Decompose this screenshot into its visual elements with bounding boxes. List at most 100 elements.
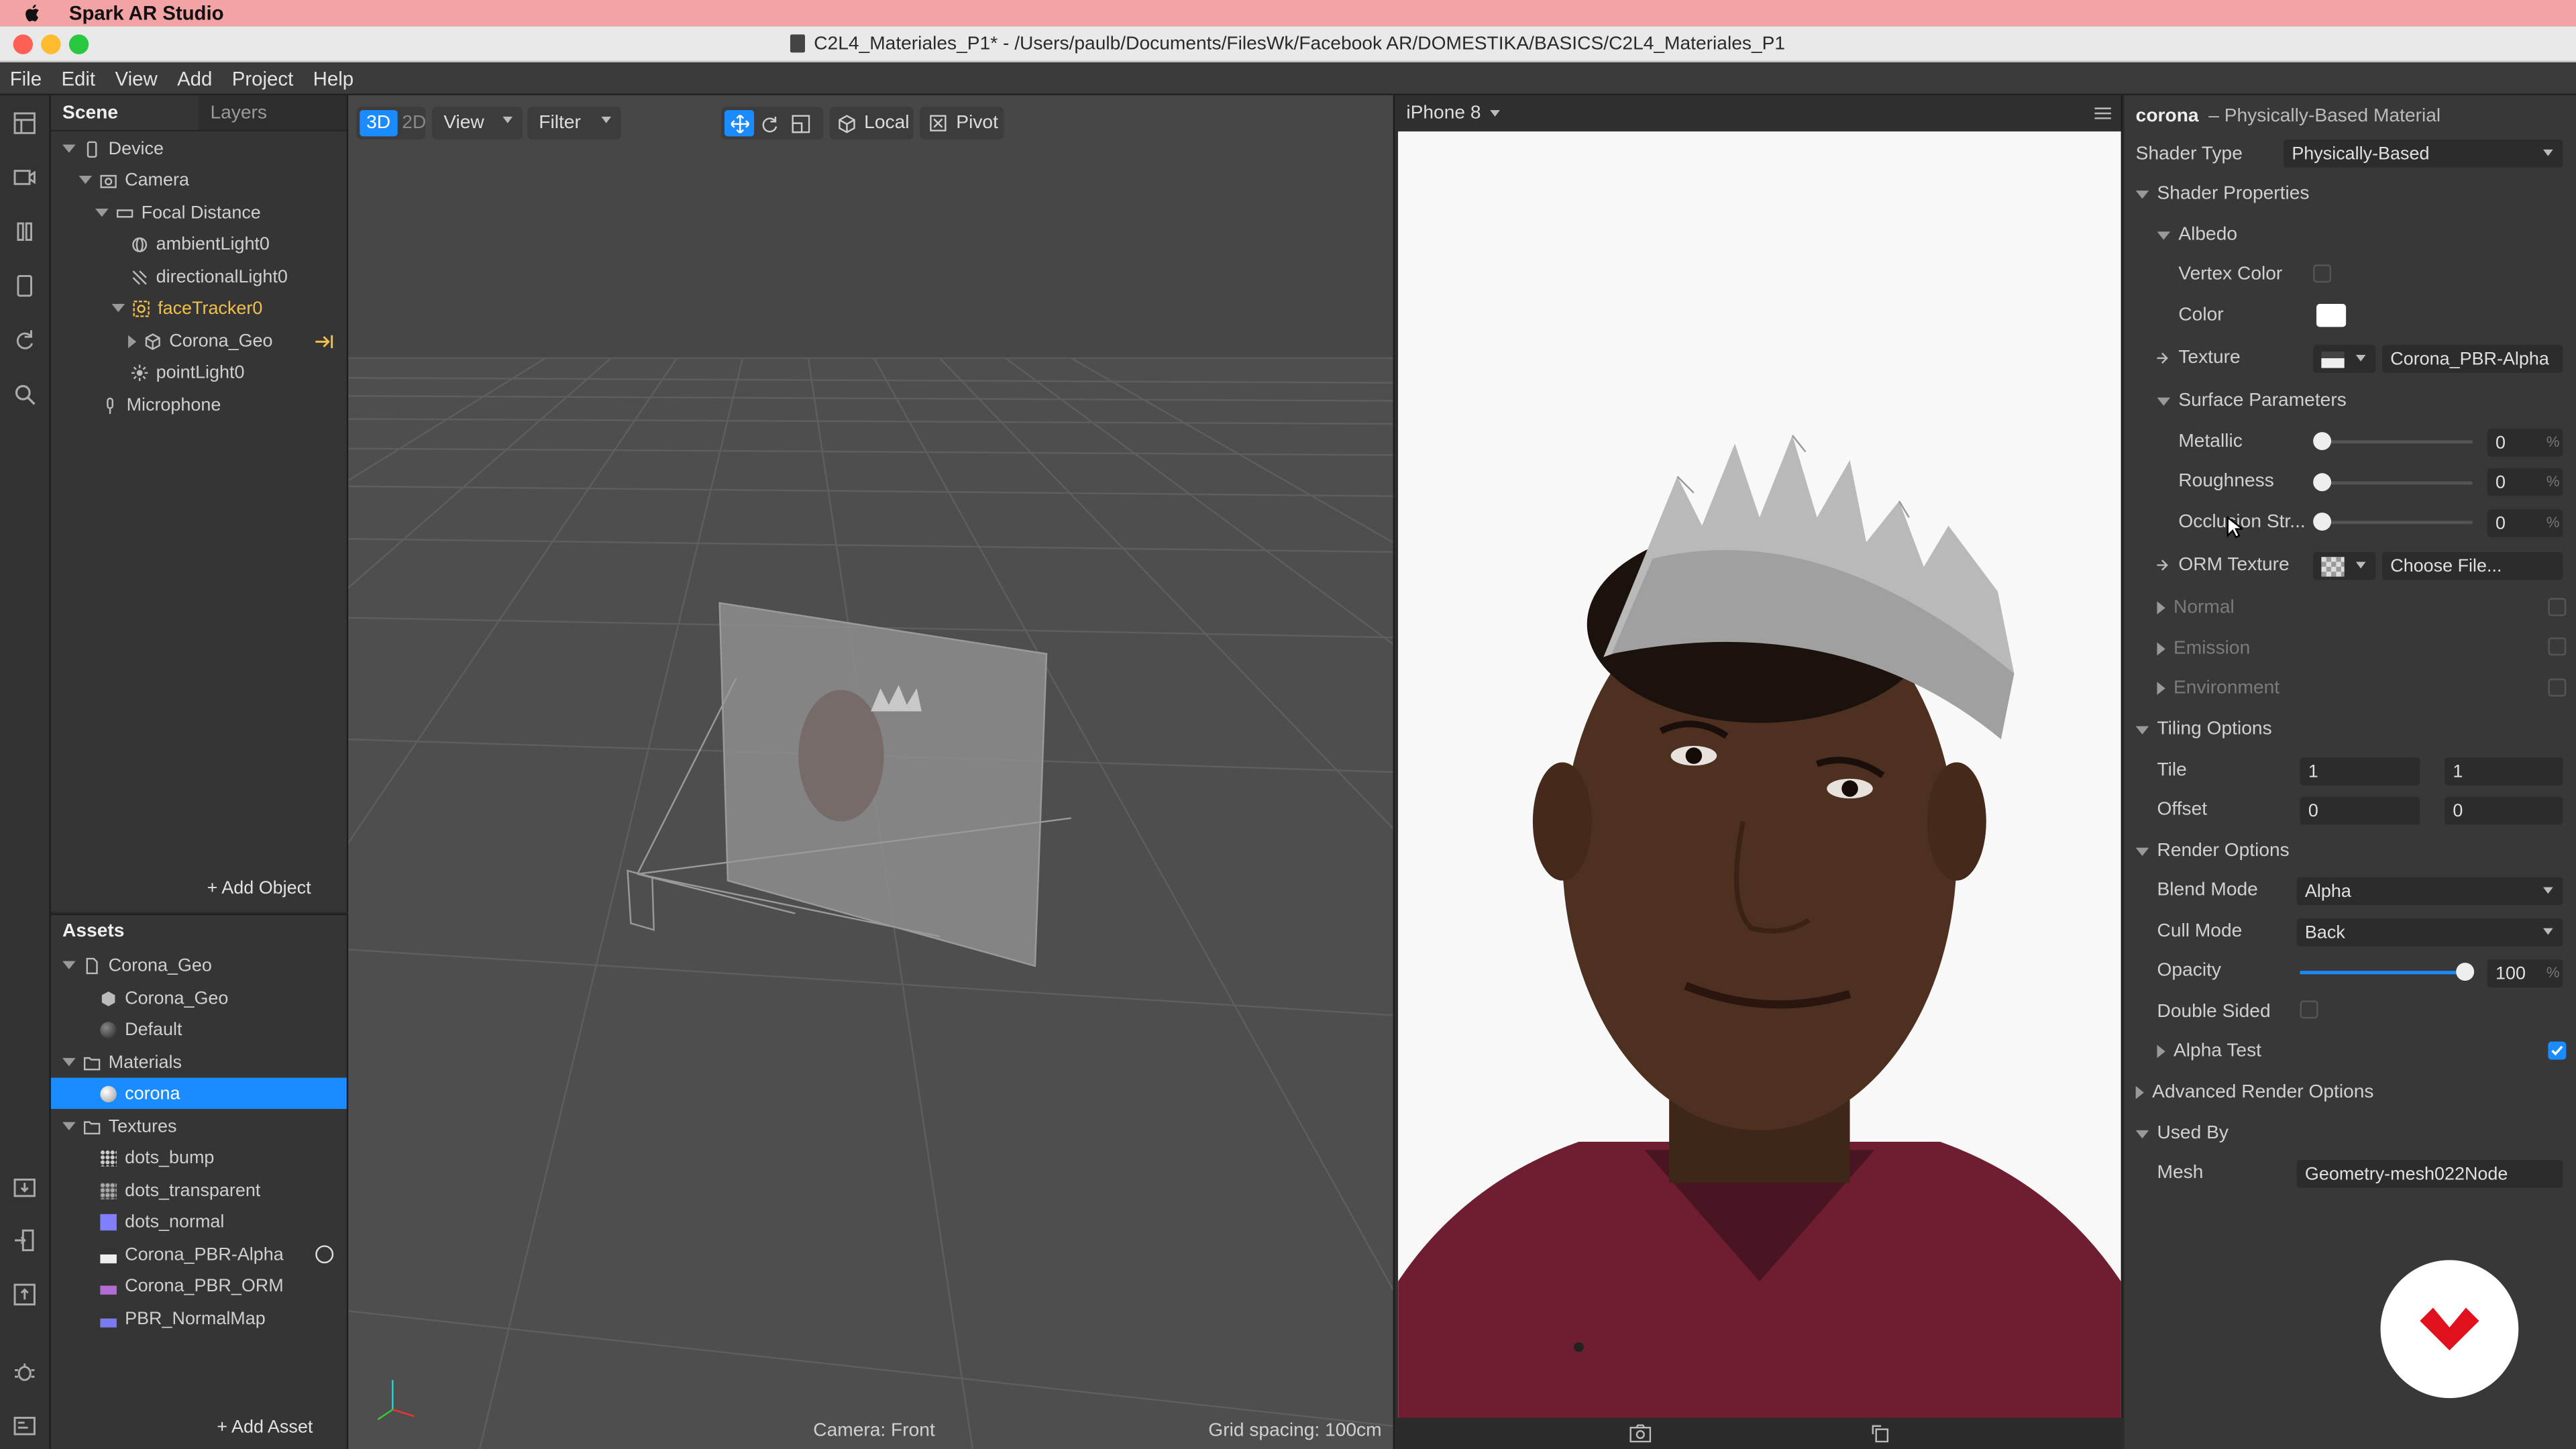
occlusion-slider-knob[interactable]	[2313, 513, 2332, 531]
texture-value[interactable]: Corona_PBR-Alpha	[2382, 345, 2563, 373]
link-arrow-icon[interactable]	[315, 335, 335, 349]
pause-icon[interactable]	[13, 220, 36, 243]
tree-item-camera[interactable]: Camera	[78, 164, 189, 196]
rotate-tool-icon[interactable]	[761, 114, 779, 132]
mode-3d-button[interactable]: 3D	[360, 110, 397, 137]
asset-corona-material[interactable]: corona	[50, 1077, 347, 1110]
mesh-value[interactable]: Geometry-mesh022Node	[2296, 1159, 2563, 1188]
layout-icon[interactable]	[13, 112, 36, 135]
send-to-device-icon[interactable]	[13, 1229, 36, 1252]
asset-dots-transparent[interactable]: dots_transparent	[100, 1175, 260, 1206]
expand-icon[interactable]	[2157, 601, 2165, 614]
expand-icon[interactable]	[2135, 725, 2149, 734]
expand-icon[interactable]	[2157, 396, 2171, 405]
albedo-section[interactable]: Albedo	[2125, 215, 2576, 255]
orm-choose-file[interactable]: Choose File...	[2382, 551, 2563, 580]
normal-checkbox[interactable]	[2548, 598, 2567, 616]
refresh-icon[interactable]	[13, 329, 36, 352]
local-toggle[interactable]: Local	[829, 107, 914, 140]
alpha-test-checkbox[interactable]	[2548, 1041, 2567, 1060]
asset-materials-folder[interactable]: Materials	[62, 1046, 182, 1078]
expand-icon[interactable]	[2157, 1044, 2165, 1059]
tree-item-directional-light[interactable]: directionalLight0	[131, 261, 288, 292]
search-icon[interactable]	[13, 383, 36, 406]
expand-icon[interactable]	[62, 961, 76, 969]
shader-type-dropdown[interactable]: Physically-Based	[2284, 140, 2563, 168]
bug-icon[interactable]	[13, 1360, 36, 1383]
double-sided-checkbox[interactable]	[2300, 1000, 2318, 1019]
alpha-test-row[interactable]: Alpha Test	[2125, 1032, 2576, 1071]
asset-dots-bump[interactable]: dots_bump	[100, 1142, 214, 1173]
hamburger-menu-icon[interactable]	[2094, 107, 2111, 120]
tree-item-focal-distance[interactable]: Focal Distance	[95, 197, 261, 229]
usage-indicator-icon[interactable]	[315, 1245, 334, 1264]
metallic-slider-knob[interactable]	[2313, 432, 2332, 451]
device-selector[interactable]: iPhone 8	[1406, 103, 1481, 123]
video-icon[interactable]	[13, 166, 36, 189]
expand-icon[interactable]	[62, 1058, 76, 1067]
tree-item-microphone[interactable]: Microphone	[102, 389, 221, 421]
expand-icon[interactable]	[78, 176, 93, 184]
app-name[interactable]: Spark AR Studio	[69, 1, 224, 24]
tab-layers[interactable]: Layers	[199, 95, 347, 130]
used-by-section[interactable]: Used By	[2125, 1114, 2576, 1153]
add-object-button[interactable]: + Add Object	[207, 879, 311, 898]
scale-tool-icon[interactable]	[792, 114, 810, 133]
tree-item-corona-geo[interactable]: Corona_Geo	[128, 325, 273, 357]
texture-picker[interactable]	[2313, 345, 2376, 373]
expand-icon[interactable]	[2157, 642, 2165, 656]
expand-icon[interactable]	[2135, 1085, 2144, 1099]
expand-icon[interactable]	[111, 304, 125, 313]
expand-icon[interactable]	[62, 1122, 76, 1130]
metallic-slider-track[interactable]	[2321, 440, 2473, 444]
menu-help[interactable]: Help	[303, 66, 364, 89]
offset-x-input[interactable]: 0	[2300, 796, 2420, 825]
zoom-window-button[interactable]	[68, 34, 89, 54]
asset-default-material[interactable]: Default	[100, 1014, 182, 1045]
expand-icon[interactable]	[2135, 1129, 2149, 1138]
expand-icon[interactable]	[95, 209, 109, 217]
surface-parameters-section[interactable]: Surface Parameters	[2125, 381, 2576, 421]
color-swatch[interactable]	[2316, 304, 2347, 327]
shader-properties-section[interactable]: Shader Properties	[2125, 174, 2576, 214]
tab-scene[interactable]: Scene	[50, 95, 199, 130]
import-icon[interactable]	[13, 1175, 36, 1197]
tile-x-input[interactable]: 1	[2300, 757, 2420, 786]
tree-item-face-tracker[interactable]: faceTracker0	[111, 292, 262, 324]
blend-mode-dropdown[interactable]: Alpha	[2296, 877, 2563, 906]
normal-section[interactable]: Normal	[2125, 588, 2576, 628]
tree-item-point-light[interactable]: pointLight0	[131, 356, 244, 388]
offset-y-input[interactable]: 0	[2445, 796, 2563, 825]
menu-add[interactable]: Add	[167, 66, 222, 89]
cull-mode-dropdown[interactable]: Back	[2296, 918, 2563, 947]
expand-icon[interactable]	[2157, 682, 2165, 695]
environment-checkbox[interactable]	[2548, 678, 2567, 697]
asset-corona-pbr-alpha[interactable]: Corona_PBR-Alpha	[100, 1239, 284, 1271]
tile-y-input[interactable]: 1	[2445, 757, 2563, 786]
menu-edit[interactable]: Edit	[52, 66, 105, 89]
tiling-options-section[interactable]: Tiling Options	[2125, 710, 2576, 749]
view-dropdown[interactable]: View	[432, 107, 523, 140]
advanced-render-options-section[interactable]: Advanced Render Options	[2125, 1073, 2576, 1112]
filter-dropdown[interactable]: Filter	[527, 107, 621, 140]
menu-file[interactable]: File	[0, 66, 52, 89]
expand-icon[interactable]	[2135, 189, 2149, 199]
asset-pbr-normalmap[interactable]: PBR_NormalMap	[100, 1303, 266, 1334]
occlusion-slider-track[interactable]	[2321, 521, 2473, 525]
console-icon[interactable]	[13, 1415, 36, 1438]
asset-textures-folder[interactable]: Textures	[62, 1111, 176, 1142]
menu-project[interactable]: Project	[222, 66, 303, 89]
asset-corona-pbr-orm[interactable]: Corona_PBR_ORM	[100, 1270, 284, 1301]
expand-icon[interactable]	[2157, 231, 2171, 239]
asset-corona-geo-file[interactable]: Corona_Geo	[62, 950, 212, 981]
simulator-camera-preview[interactable]	[1398, 131, 2121, 1418]
screenshot-icon[interactable]	[1629, 1424, 1652, 1443]
tree-item-ambient-light[interactable]: ambientLight0	[131, 228, 270, 260]
rotate-device-icon[interactable]	[1871, 1424, 1889, 1443]
apple-icon[interactable]	[23, 3, 42, 23]
chevron-down-icon[interactable]	[1491, 110, 1501, 117]
asset-dots-normal[interactable]: dots_normal	[100, 1206, 224, 1238]
add-asset-button[interactable]: + Add Asset	[217, 1417, 313, 1437]
menu-view[interactable]: View	[105, 66, 168, 89]
environment-section[interactable]: Environment	[2125, 669, 2576, 708]
